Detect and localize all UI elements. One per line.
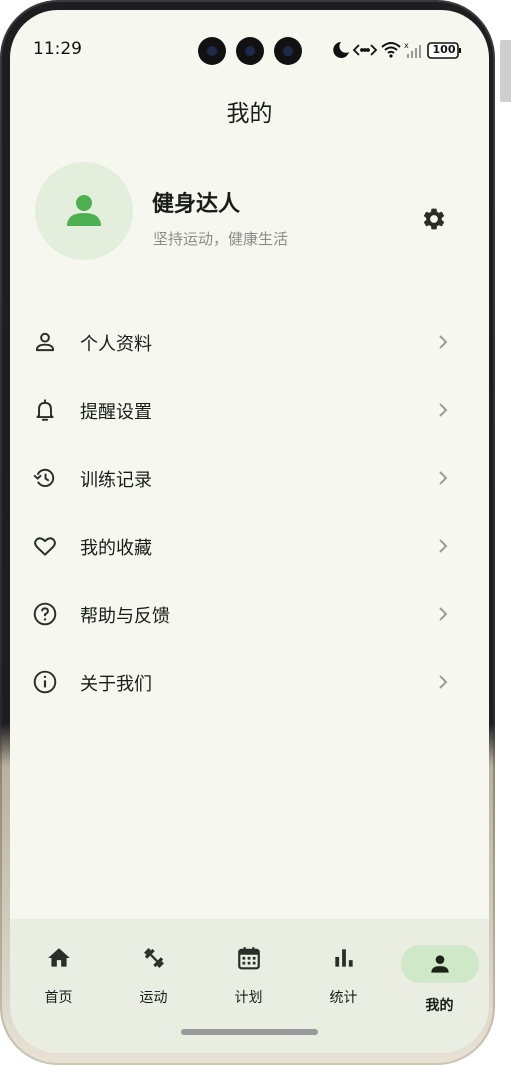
bell-icon (36, 399, 54, 421)
phone-frame: 11:29 x 100 我的 健身达人 坚持运动，健康生活 个人资料 提醒设置 … (0, 0, 495, 1065)
nav-tab-plan[interactable]: 计划 (201, 935, 296, 1006)
nav-label: 统计 (329, 990, 358, 1006)
side-tab-edge (500, 40, 511, 102)
nav-label: 我的 (425, 998, 454, 1014)
person-icon (431, 955, 449, 973)
chevron-right-icon (439, 607, 448, 621)
nav-tab-home[interactable]: 首页 (11, 935, 106, 1006)
nav-label: 首页 (44, 990, 73, 1006)
data-transfer-icon (352, 44, 378, 56)
menu-label: 训练记录 (80, 470, 152, 491)
nav-tab-stats[interactable]: 统计 (296, 935, 391, 1006)
camera-lens-icon (198, 37, 226, 65)
menu-item-reminders[interactable]: 提醒设置 (10, 376, 489, 444)
person-icon (67, 195, 101, 226)
camera-lens-icon (236, 37, 264, 65)
nav-label: 计划 (234, 990, 263, 1006)
profile-header: 健身达人 坚持运动，健康生活 (35, 162, 475, 262)
chevron-right-icon (439, 539, 448, 553)
chevron-right-icon (439, 471, 448, 485)
menu-item-help[interactable]: 帮助与反馈 (10, 580, 489, 648)
settings-menu: 个人资料 提醒设置 训练记录 我的收藏 帮助与反馈 关于我们 (10, 308, 489, 716)
status-time: 11:29 (33, 39, 82, 59)
history-icon (33, 468, 55, 488)
status-bar: 11:29 x 100 (10, 10, 489, 65)
home-indicator[interactable] (181, 1029, 318, 1035)
phone-bezel: 11:29 x 100 我的 健身达人 坚持运动，健康生活 个人资料 提醒设置 … (2, 2, 493, 1063)
camera-lens-icon (274, 37, 302, 65)
chevron-right-icon (439, 335, 448, 349)
info-circle-icon (33, 670, 57, 694)
calendar-icon (238, 947, 260, 970)
menu-label: 提醒设置 (80, 402, 152, 423)
profile-motto: 坚持运动，健康生活 (153, 230, 289, 248)
nav-label: 运动 (139, 990, 168, 1006)
chevron-right-icon (439, 403, 448, 417)
bar-chart-icon (335, 949, 353, 967)
page-title: 我的 (226, 101, 273, 127)
heart-outline-icon (34, 537, 56, 556)
menu-item-history[interactable]: 训练记录 (10, 444, 489, 512)
menu-label: 关于我们 (80, 674, 152, 695)
nav-tab-mine[interactable]: 我的 (392, 935, 487, 1014)
home-icon (48, 948, 70, 967)
menu-item-profile[interactable]: 个人资料 (10, 308, 489, 376)
dumbbell-icon (144, 948, 164, 968)
svg-text:x: x (404, 41, 409, 50)
nav-tab-exercise[interactable]: 运动 (106, 935, 201, 1006)
menu-label: 个人资料 (80, 334, 152, 355)
menu-item-favorites[interactable]: 我的收藏 (10, 512, 489, 580)
moon-icon (333, 42, 349, 58)
profile-name: 健身达人 (152, 192, 241, 217)
chevron-right-icon (439, 675, 448, 689)
battery-level: 100 (432, 43, 456, 56)
signal-icon: x (404, 41, 421, 58)
app-screen: 11:29 x 100 我的 健身达人 坚持运动，健康生活 个人资料 提醒设置 … (10, 10, 489, 1053)
avatar[interactable] (35, 162, 133, 260)
settings-gear-icon[interactable] (421, 206, 447, 232)
menu-label: 我的收藏 (80, 538, 152, 559)
menu-label: 帮助与反馈 (80, 606, 170, 627)
person-outline-icon (35, 332, 55, 352)
wifi-icon (381, 42, 401, 58)
help-circle-icon (33, 602, 57, 626)
menu-item-about[interactable]: 关于我们 (10, 648, 489, 716)
status-icons: x 100 (332, 40, 472, 60)
